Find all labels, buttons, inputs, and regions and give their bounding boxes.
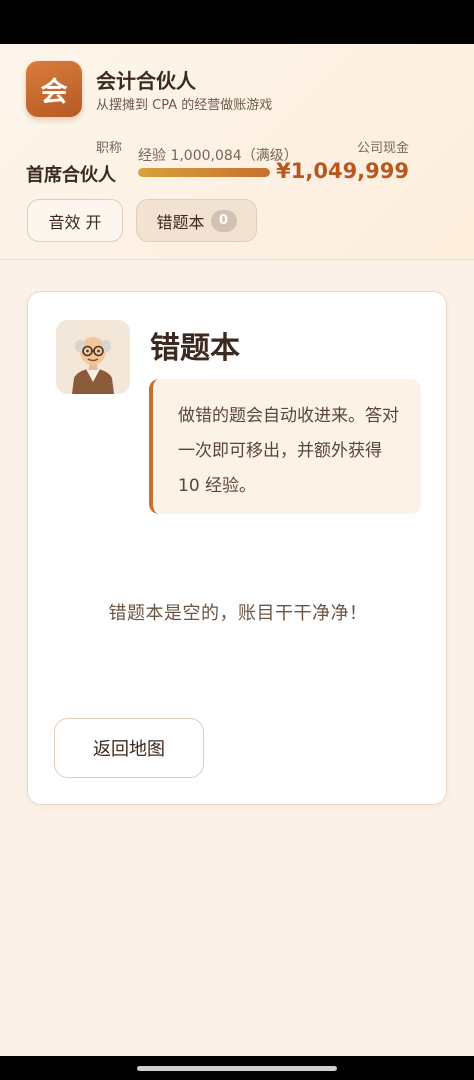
sound-toggle-button[interactable]: 音效 开 [27,199,123,242]
title-value: 首席合伙人 [26,165,116,186]
cash-label: 公司现金 [356,141,409,156]
app-subtitle: 从摆摊到 CPA 的经营做账游戏 [96,98,273,113]
app-screen: 会 会计合伙人 从摆摊到 CPA 的经营做账游戏 职称 首席合伙人 经验 1,0… [0,0,474,1080]
mistakes-count-badge: 0 [210,209,237,232]
mistakes-card: 错题本 做错的题会自动收进来。答对一次即可移出，并额外获得 10 经验。 错题本… [27,291,447,805]
mentor-speech-bubble: 做错的题会自动收进来。答对一次即可移出，并额外获得 10 经验。 [149,379,421,514]
sound-toggle-label: 音效 开 [48,212,102,232]
old-accountant-avatar-icon [56,320,130,394]
title-label: 职称 [96,141,123,156]
app-header: 会 会计合伙人 从摆摊到 CPA 的经营做账游戏 职称 首席合伙人 经验 1,0… [0,44,474,260]
home-indicator[interactable] [137,1066,337,1071]
xp-progress-fill [138,168,270,177]
app-title: 会计合伙人 [96,69,196,93]
card-title: 错题本 [150,331,240,366]
navigation-bar [0,1056,474,1080]
xp-progress-bar [138,168,270,177]
xp-label: 经验 1,000,084（满级） [138,148,298,164]
back-to-map-label: 返回地图 [93,739,165,760]
mistakes-book-label: 错题本 [156,212,205,232]
mistakes-book-button[interactable]: 错题本 0 [136,199,257,242]
logo-char: 会 [40,76,68,108]
status-bar [0,0,474,44]
empty-state-message: 错题本是空的，账目干干净净！ [108,603,368,624]
back-to-map-button[interactable]: 返回地图 [54,718,204,778]
app-logo: 会 [26,61,82,117]
cash-value: ¥1,049,999 [276,159,409,183]
